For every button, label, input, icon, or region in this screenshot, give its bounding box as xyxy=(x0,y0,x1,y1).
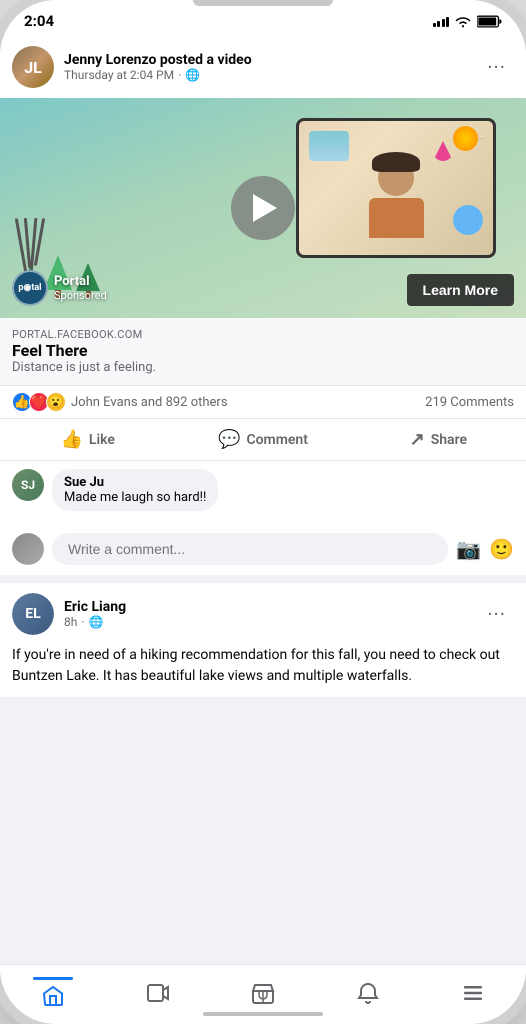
comment-text: Made me laugh so hard!! xyxy=(64,490,206,505)
nav-notifications[interactable] xyxy=(316,973,421,1012)
share-button[interactable]: ↗ Share xyxy=(351,421,526,458)
comments-section: SJ Sue Ju Made me laugh so hard!! xyxy=(0,461,526,527)
avatar-self xyxy=(12,533,44,565)
portal-logo: p◉tal xyxy=(12,270,48,306)
home-icon xyxy=(41,984,65,1008)
share-icon: ↗ xyxy=(410,429,425,450)
play-triangle-icon xyxy=(253,194,277,222)
wifi-icon xyxy=(454,14,472,28)
nav-active-indicator xyxy=(33,977,73,980)
post-header-1: JL Jenny Lorenzo posted a video Thursday… xyxy=(0,36,526,98)
learn-more-button[interactable]: Learn More xyxy=(407,274,514,306)
comment-icon: 💬 xyxy=(218,429,240,450)
post-header-2: EL Eric Liang 8h · 🌐 ··· xyxy=(0,583,526,645)
post-author-2: Eric Liang xyxy=(64,599,469,615)
post-body-2: If you're in need of a hiking recommenda… xyxy=(0,645,526,697)
phone-shell: 2:04 JL xyxy=(0,0,526,1024)
comment-item: SJ Sue Ju Made me laugh so hard!! xyxy=(12,469,514,511)
wow-emoji: 😮 xyxy=(46,392,66,412)
post-subtitle-1: Thursday at 2:04 PM · 🌐 xyxy=(64,68,469,82)
like-icon: 👍 xyxy=(60,429,82,450)
avatar-jenny: JL xyxy=(12,46,54,88)
post-card-2: EL Eric Liang 8h · 🌐 ··· If you're in ne… xyxy=(0,583,526,697)
marketplace-icon xyxy=(251,981,275,1005)
play-button[interactable] xyxy=(231,176,295,240)
ad-body: Distance is just a feeling. xyxy=(12,360,514,375)
menu-icon xyxy=(461,981,485,1005)
phone-bottom-bar xyxy=(203,1012,323,1016)
post-author-1: Jenny Lorenzo posted a video xyxy=(64,52,469,68)
post-meta-2: Eric Liang 8h · 🌐 xyxy=(64,599,469,629)
globe-icon: 🌐 xyxy=(185,68,200,82)
like-button[interactable]: 👍 Like xyxy=(0,421,175,458)
reaction-left: 👍 ❤️ 😮 John Evans and 892 others xyxy=(12,392,228,412)
nav-menu[interactable] xyxy=(421,973,526,1012)
input-icons: 📷 🙂 xyxy=(456,537,514,561)
post-meta-1: Jenny Lorenzo posted a video Thursday at… xyxy=(64,52,469,82)
nav-marketplace[interactable] xyxy=(210,973,315,1012)
portal-device: ··· xyxy=(296,118,496,258)
nav-video[interactable] xyxy=(105,973,210,1012)
post-card-1: JL Jenny Lorenzo posted a video Thursday… xyxy=(0,36,526,575)
portal-brand-text: Portal Sponsored xyxy=(54,274,107,302)
nav-home[interactable] xyxy=(0,973,105,1012)
more-options-button-2[interactable]: ··· xyxy=(479,598,514,630)
avatar-eric: EL xyxy=(12,593,54,635)
emoji-icon[interactable]: 🙂 xyxy=(489,537,514,561)
phone-notch xyxy=(193,0,333,6)
globe-icon-2: 🌐 xyxy=(89,615,104,629)
ad-description: PORTAL.FACEBOOK.COM Feel There Distance … xyxy=(0,318,526,386)
camera-icon[interactable]: 📷 xyxy=(456,537,481,561)
comment-input-row: 📷 🙂 xyxy=(0,527,526,575)
status-time: 2:04 xyxy=(24,12,54,30)
video-icon xyxy=(146,981,170,1005)
reactions-row: 👍 ❤️ 😮 John Evans and 892 others 219 Com… xyxy=(0,386,526,418)
ad-background: ··· xyxy=(0,98,526,318)
post-subtitle-2: 8h · 🌐 xyxy=(64,615,469,629)
comment-button[interactable]: 💬 Comment xyxy=(175,421,350,458)
comments-count: 219 Comments xyxy=(425,395,514,410)
action-row: 👍 Like 💬 Comment ↗ Share xyxy=(0,418,526,461)
reaction-emojis: 👍 ❤️ 😮 xyxy=(12,392,66,412)
signal-icon xyxy=(433,15,450,27)
ad-title: Feel There xyxy=(12,341,514,360)
reaction-text: John Evans and 892 others xyxy=(71,395,228,410)
ad-video-container[interactable]: ··· xyxy=(0,98,526,318)
ad-url: PORTAL.FACEBOOK.COM xyxy=(12,328,514,341)
bell-icon xyxy=(356,981,380,1005)
comment-input[interactable] xyxy=(52,533,448,565)
ad-logo-overlay: p◉tal Portal Sponsored xyxy=(12,270,107,306)
comment-author: Sue Ju xyxy=(64,475,206,490)
avatar-sue: SJ xyxy=(12,469,44,501)
more-options-button-1[interactable]: ··· xyxy=(479,51,514,83)
status-icons xyxy=(433,14,503,28)
comment-bubble: Sue Ju Made me laugh so hard!! xyxy=(52,469,218,511)
battery-icon xyxy=(477,15,502,28)
content-scroll[interactable]: JL Jenny Lorenzo posted a video Thursday… xyxy=(0,36,526,964)
